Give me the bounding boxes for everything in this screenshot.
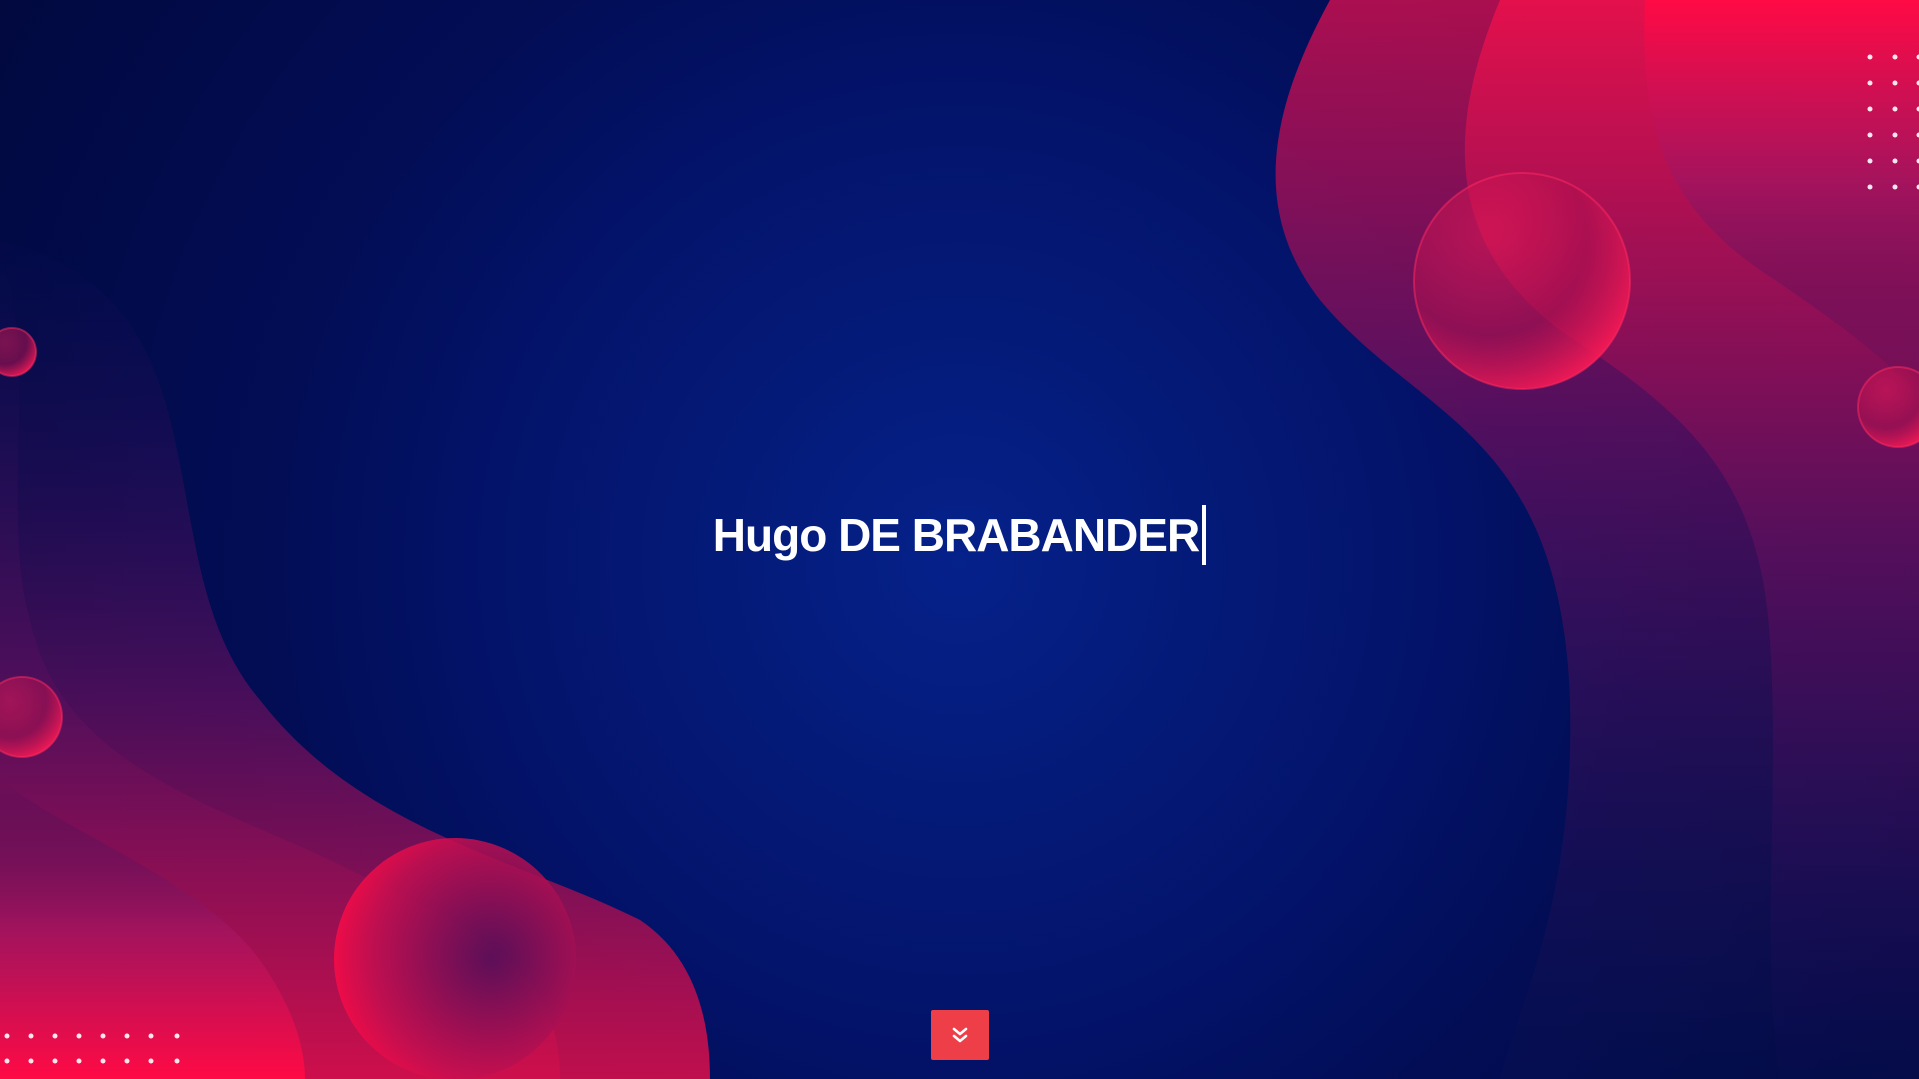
hero-section: Hugo DE BRABANDER bbox=[0, 0, 1919, 1079]
hero-title: Hugo DE BRABANDER bbox=[712, 509, 1200, 561]
scroll-down-button[interactable] bbox=[931, 1010, 989, 1060]
double-chevron-down-icon bbox=[952, 1027, 968, 1043]
hero-title-wrapper: Hugo DE BRABANDER bbox=[0, 500, 1919, 570]
bubble-left-bottom bbox=[334, 838, 576, 1079]
typing-cursor bbox=[1202, 504, 1207, 565]
bubble-right-top bbox=[1413, 172, 1631, 390]
